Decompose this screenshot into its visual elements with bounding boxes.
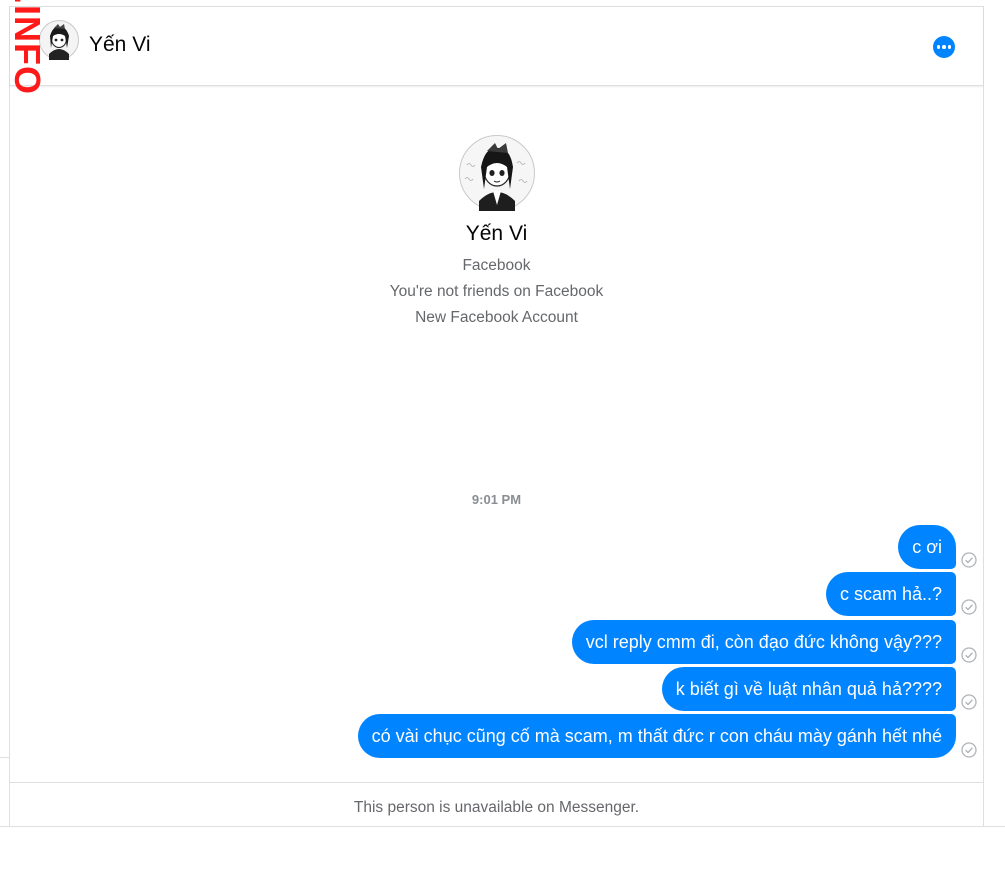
message-timestamp: 9:01 PM bbox=[471, 492, 522, 507]
sent-check-icon bbox=[961, 552, 977, 568]
watermark: .INFO bbox=[8, 0, 48, 95]
outgoing-message-bubble[interactable]: c ơi bbox=[898, 525, 956, 569]
message-row: c ơi bbox=[898, 525, 956, 569]
profile-platform: Facebook bbox=[462, 257, 531, 274]
more-options-icon[interactable] bbox=[933, 36, 955, 58]
message-row: có vài chục cũng cố mà scam, m thất đức … bbox=[357, 714, 956, 758]
outgoing-message-bubble[interactable]: c scam hả..? bbox=[825, 572, 956, 616]
sent-check-icon bbox=[961, 647, 977, 663]
outgoing-message-bubble[interactable]: k biết gì về luật nhân quả hả???? bbox=[661, 667, 956, 711]
unavailable-notice: This person is unavailable on Messenger. bbox=[10, 782, 983, 827]
conversation-header: Yến Vi bbox=[10, 7, 983, 86]
sent-check-icon bbox=[961, 742, 977, 758]
profile-name[interactable]: Yến Vi bbox=[0, 222, 993, 246]
message-row: c scam hả..? bbox=[825, 572, 956, 616]
sent-check-icon bbox=[961, 599, 977, 615]
divider bbox=[0, 757, 9, 758]
account-status: New Facebook Account bbox=[415, 309, 578, 326]
profile-avatar[interactable] bbox=[459, 135, 535, 211]
outgoing-message-bubble[interactable]: có vài chục cũng cố mà scam, m thất đức … bbox=[357, 714, 956, 758]
sent-check-icon bbox=[961, 694, 977, 710]
friendship-status: You're not friends on Facebook bbox=[389, 283, 604, 300]
message-row: vcl reply cmm đi, còn đạo đức không vậy?… bbox=[571, 620, 956, 664]
outgoing-message-bubble[interactable]: vcl reply cmm đi, còn đạo đức không vậy?… bbox=[571, 620, 956, 664]
message-row: k biết gì về luật nhân quả hả???? bbox=[661, 667, 956, 711]
contact-name[interactable]: Yến Vi bbox=[89, 33, 151, 57]
